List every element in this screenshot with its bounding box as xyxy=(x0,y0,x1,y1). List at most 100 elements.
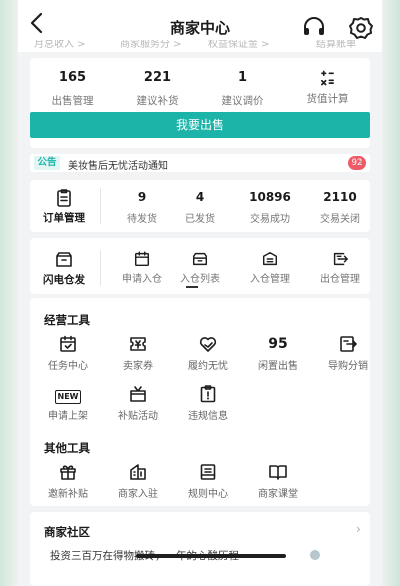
tool-violation[interactable]: 违规信息 xyxy=(178,384,238,422)
app-frame: 商家中心 月总收入 > 商家服务分 > 权益保证金 > 结算账单 165 出售管… xyxy=(0,0,400,586)
order-count: 4 xyxy=(195,190,205,204)
order-completed[interactable]: 10896 交易成功 xyxy=(240,190,300,225)
tool-merchant-onboard[interactable]: 商家入驻 xyxy=(108,462,168,500)
stat-price-suggestion[interactable]: 1 建议调价 xyxy=(200,70,285,108)
avatar xyxy=(310,550,320,560)
document-icon xyxy=(262,251,278,266)
stat-value-calculator[interactable]: 货值计算 xyxy=(285,70,370,106)
tool-label: 违规信息 xyxy=(188,411,228,422)
stat-restock-suggestion[interactable]: 221 建议补货 xyxy=(115,70,200,108)
peek-monthly-income[interactable]: 月总收入 > xyxy=(34,40,86,50)
warehouse-manage-entry[interactable]: 入仓管理 xyxy=(240,250,300,285)
order-status-label: 交易关闭 xyxy=(320,214,360,225)
settings-gear-icon[interactable] xyxy=(348,15,374,41)
tool-label: 申请上架 xyxy=(48,411,88,422)
announcement-bar[interactable]: 公告 美妆售后无忧活动通知 92 › xyxy=(30,154,370,172)
new-glyph: NEW xyxy=(54,390,82,404)
order-management-card: 订单管理 9 待发货 4 已发货 10896 交易成功 2110 交易关闭 xyxy=(30,180,370,232)
tool-label: 补贴活动 xyxy=(118,411,158,422)
order-status-label: 已发货 xyxy=(185,214,215,225)
store-icon xyxy=(130,464,146,480)
tool-distribution[interactable]: 导购分销 xyxy=(318,334,378,372)
warehouse-out-entry[interactable]: 出仓管理 xyxy=(310,250,370,285)
stat-sale-management[interactable]: 165 出售管理 xyxy=(30,70,115,108)
tool-rules-center[interactable]: 规则中心 xyxy=(178,462,238,500)
new-icon: NEW xyxy=(38,384,98,404)
flash-warehouse-label: 闪电仓发 xyxy=(43,274,85,286)
order-count: 2110 xyxy=(323,190,357,204)
merchant-community-card[interactable]: 商家社区 › 投资三百万在得物搬砖，一年的心酸历程 xyxy=(30,512,370,586)
warning-clipboard-icon xyxy=(200,385,216,403)
tool-label: 商家课堂 xyxy=(258,489,298,500)
order-management-entry[interactable]: 订单管理 xyxy=(30,188,98,225)
tool-label: 商家入驻 xyxy=(118,489,158,500)
stat-label: 建议调价 xyxy=(221,95,264,107)
flash-warehouse-entry[interactable]: 闪电仓发 xyxy=(30,250,98,287)
book-icon xyxy=(269,465,287,480)
stat-label: 货值计算 xyxy=(306,93,349,105)
peek-deposit[interactable]: 权益保证金 > xyxy=(208,40,270,50)
peek-service-score[interactable]: 商家服务分 > xyxy=(120,40,182,50)
calendar-icon xyxy=(134,251,150,267)
stat-label: 出售管理 xyxy=(51,95,94,107)
order-count: 9 xyxy=(137,190,147,204)
order-management-label: 订单管理 xyxy=(43,212,85,224)
flash-cell-label: 申请入仓 xyxy=(122,274,162,285)
divider xyxy=(100,188,101,224)
stat-value: 221 xyxy=(143,70,172,85)
tool-invite-subsidy[interactable]: 邀新补贴 xyxy=(38,462,98,500)
top-navbar: 商家中心 xyxy=(18,0,382,40)
tray-icon xyxy=(192,252,208,266)
customer-service-icon[interactable] xyxy=(302,16,326,40)
merchant-center-screen: 商家中心 月总收入 > 商家服务分 > 权益保证金 > 结算账单 165 出售管… xyxy=(18,0,382,586)
active-tab-indicator xyxy=(186,286,198,288)
order-status-label: 待发货 xyxy=(127,214,157,225)
flash-warehouse-card: 闪电仓发 申请入仓 入仓列表 入仓管理 出仓管理 xyxy=(30,238,370,294)
calculator-icon xyxy=(321,70,334,86)
tool-label: 导购分销 xyxy=(328,361,368,372)
apply-warehouse-entry[interactable]: 申请入仓 xyxy=(112,250,172,285)
clipboard-icon xyxy=(57,189,71,207)
tool-subsidy[interactable]: 补贴活动 xyxy=(108,384,168,422)
coupon-icon xyxy=(130,337,146,351)
tool-seller-coupon[interactable]: 卖家券 xyxy=(108,334,168,372)
warehouse-list-entry[interactable]: 入仓列表 xyxy=(170,250,230,285)
gift-icon xyxy=(60,465,76,480)
tool-merchant-class[interactable]: 商家课堂 xyxy=(248,462,308,500)
order-shipped[interactable]: 4 已发货 xyxy=(170,190,230,225)
chevron-right-icon: › xyxy=(356,522,361,536)
summary-peek-row: 月总收入 > 商家服务分 > 权益保证金 > 结算账单 xyxy=(18,40,382,52)
flash-cell-label: 入仓管理 xyxy=(250,274,290,285)
sell-now-button[interactable]: 我要出售 xyxy=(30,112,370,138)
tool-task-center[interactable]: 任务中心 xyxy=(38,334,98,372)
business-tools-title: 经营工具 xyxy=(44,313,90,327)
flash-cell-label: 入仓列表 xyxy=(180,274,220,285)
order-to-ship[interactable]: 9 待发货 xyxy=(112,190,172,225)
share-icon xyxy=(340,336,357,352)
tool-label: 卖家券 xyxy=(123,361,153,372)
announcement-tag: 公告 xyxy=(34,156,60,170)
stat-value: 165 xyxy=(58,70,87,85)
stat-label: 建议补货 xyxy=(136,95,179,107)
order-closed[interactable]: 2110 交易关闭 xyxy=(310,190,370,225)
tool-label: 邀新补贴 xyxy=(48,489,88,500)
tool-idle-sale[interactable]: 95 闲置出售 xyxy=(248,334,308,372)
gift-box-icon xyxy=(130,386,146,402)
tool-label: 履约无忧 xyxy=(188,361,228,372)
calendar-check-icon xyxy=(60,335,76,352)
tool-label: 闲置出售 xyxy=(258,361,298,372)
community-title: 商家社区 xyxy=(44,525,90,539)
export-icon xyxy=(333,252,348,266)
idle-95-icon: 95 xyxy=(268,336,288,352)
page-title: 商家中心 xyxy=(169,19,230,37)
divider xyxy=(100,250,101,286)
heart-hands-icon xyxy=(199,337,217,352)
tool-apply-listing[interactable]: NEW 申请上架 xyxy=(38,384,98,422)
order-status-label: 交易成功 xyxy=(250,214,290,225)
rules-icon xyxy=(200,464,216,480)
peek-settlement[interactable]: 结算账单 xyxy=(316,40,356,50)
tool-fulfillment[interactable]: 履约无忧 xyxy=(178,334,238,372)
announcement-text: 美妆售后无忧活动通知 xyxy=(68,161,168,172)
flash-cell-label: 出仓管理 xyxy=(320,274,360,285)
order-count: 10896 xyxy=(249,190,291,204)
